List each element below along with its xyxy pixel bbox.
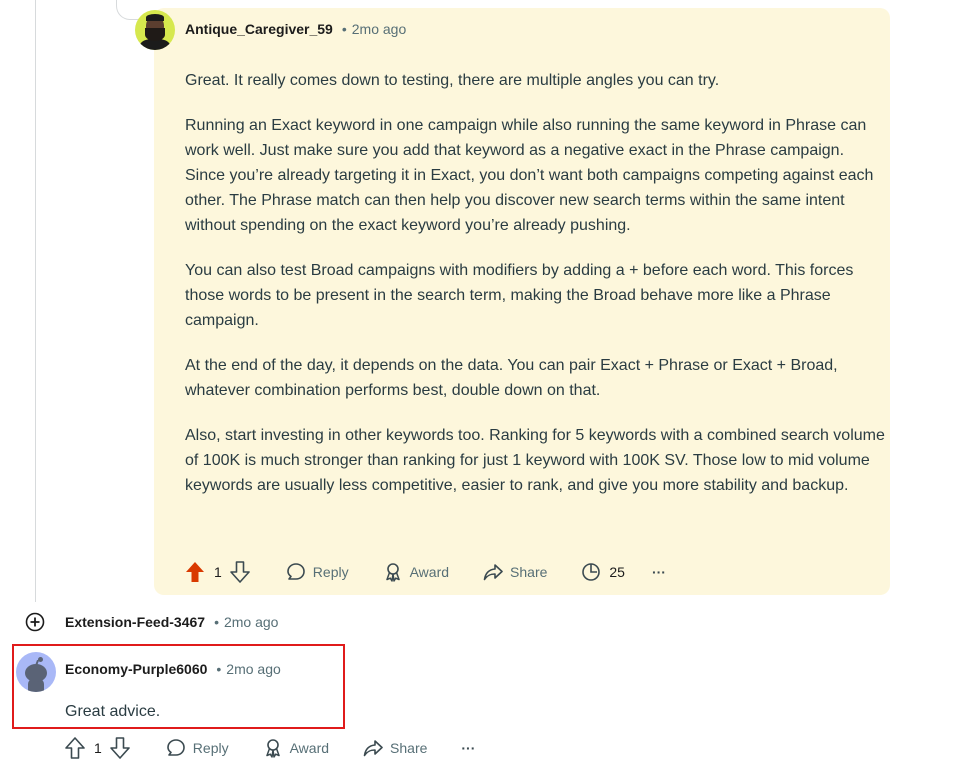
vote-count: 1: [94, 740, 102, 756]
downvote-button[interactable]: [229, 561, 250, 583]
more-options-button[interactable]: ···: [652, 564, 666, 580]
thread-line: [35, 0, 36, 602]
comment-action-bar: 1 Reply Award Share ···: [65, 737, 475, 759]
more-options-button[interactable]: ···: [461, 740, 475, 756]
comment-bubble-icon: [286, 563, 305, 580]
comment-paragraph: Running an Exact keyword in one campaign…: [185, 117, 874, 234]
comment-meta: Antique_Caregiver_59 • 2mo ago: [185, 21, 406, 37]
username[interactable]: Extension-Feed-3467: [65, 614, 205, 630]
downvote-arrow-icon: [109, 737, 130, 759]
thread-connector: [116, 0, 138, 20]
award-button[interactable]: Award: [263, 738, 329, 758]
timestamp[interactable]: • 2mo ago: [342, 21, 406, 37]
award-icon: [385, 563, 400, 582]
collapsed-comment-meta[interactable]: Extension-Feed-3467 • 2mo ago: [65, 614, 278, 630]
upvote-arrow-icon: [65, 737, 85, 759]
share-icon: [483, 564, 503, 581]
upvote-arrow-icon: [186, 562, 204, 582]
award-icon: [265, 739, 280, 758]
comment-paragraph: You can also test Broad campaigns with m…: [185, 262, 854, 329]
share-button[interactable]: Share: [363, 738, 427, 758]
award-button[interactable]: Award: [383, 562, 449, 582]
insights-clock-icon: [582, 563, 601, 581]
insights-button[interactable]: 25: [581, 562, 625, 582]
reply-button[interactable]: Reply: [286, 562, 349, 582]
expand-plus-icon[interactable]: [25, 612, 45, 632]
comment-body: Great. It really comes down to testing, …: [185, 68, 885, 518]
share-icon: [363, 740, 383, 757]
downvote-button[interactable]: [109, 737, 130, 759]
avatar[interactable]: [135, 10, 175, 50]
annotation-highlight-box: [12, 644, 345, 729]
reply-button[interactable]: Reply: [166, 738, 229, 758]
timestamp[interactable]: • 2mo ago: [214, 614, 278, 630]
comment-paragraph: Also, start investing in other keywords …: [185, 427, 885, 494]
comment-bubble-icon: [166, 739, 185, 756]
upvote-button[interactable]: [185, 561, 205, 583]
comment-paragraph: At the end of the day, it depends on the…: [185, 357, 838, 399]
comment-action-bar: 1 Reply Award Share 25 ···: [185, 561, 666, 583]
vote-count: 1: [214, 564, 222, 580]
username[interactable]: Antique_Caregiver_59: [185, 21, 333, 37]
share-button[interactable]: Share: [483, 562, 547, 582]
downvote-arrow-icon: [229, 561, 250, 583]
comment-paragraph: Great. It really comes down to testing, …: [185, 72, 720, 89]
upvote-button[interactable]: [65, 737, 85, 759]
